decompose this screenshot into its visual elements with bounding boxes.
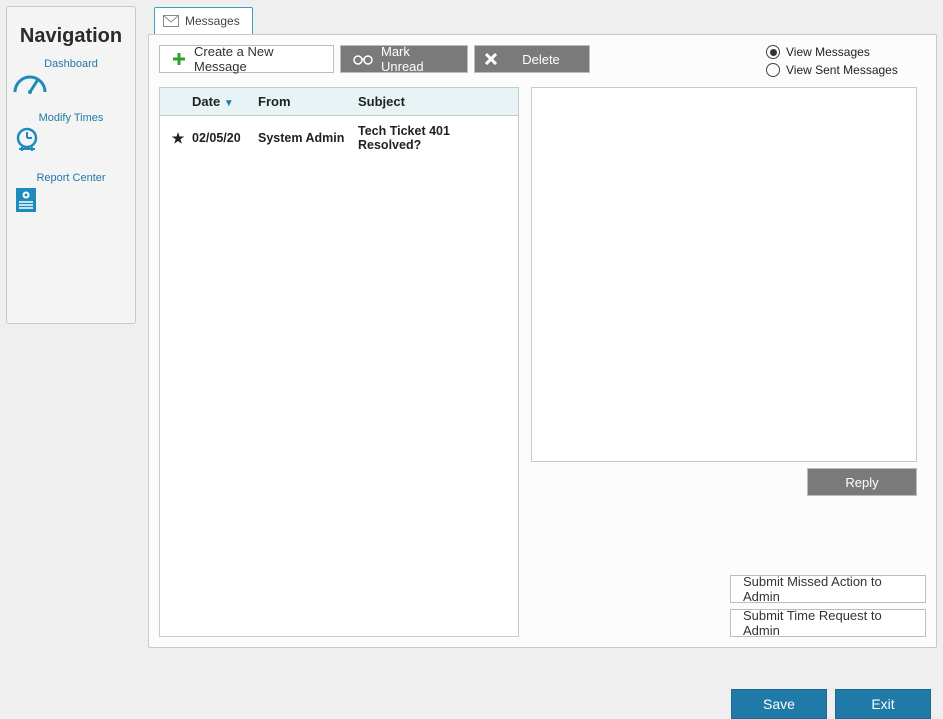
toolbar: Create a New Message Mark Unread (159, 45, 926, 77)
sidebar-item-label: Dashboard (13, 58, 129, 70)
submit-time-request-button[interactable]: Submit Time Request to Admin (730, 609, 926, 637)
sidebar-item-report-center[interactable]: Report Center (13, 172, 129, 214)
message-list[interactable]: Date ▼ From Subject ★ 02/05/20 System Ad… (159, 87, 519, 637)
envelope-icon (163, 15, 179, 27)
tab-bar: Messages (148, 6, 937, 34)
sidebar-item-modify-times[interactable]: Modify Times (13, 112, 129, 154)
button-label: Submit Time Request to Admin (743, 608, 913, 638)
message-row[interactable]: ★ 02/05/20 System Admin Tech Ticket 401 … (160, 116, 518, 160)
radio-icon (766, 45, 780, 59)
message-from: System Admin (258, 131, 358, 145)
radio-label: View Sent Messages (786, 63, 898, 77)
column-icon[interactable] (164, 94, 192, 109)
radio-view-sent[interactable]: View Sent Messages (766, 63, 898, 77)
message-list-header: Date ▼ From Subject (160, 88, 518, 116)
button-label: Save (763, 696, 795, 712)
glasses-icon (353, 53, 373, 65)
reply-button[interactable]: Reply (807, 468, 917, 496)
radio-view-messages[interactable]: View Messages (766, 45, 898, 59)
x-icon (485, 53, 497, 65)
submit-missed-action-button[interactable]: Submit Missed Action to Admin (730, 575, 926, 603)
sidebar-item-dashboard[interactable]: Dashboard (13, 58, 129, 94)
sidebar-item-label: Report Center (13, 172, 129, 184)
tab-messages[interactable]: Messages (154, 7, 253, 35)
button-label: Delete (505, 52, 577, 67)
column-date[interactable]: Date ▼ (192, 94, 258, 109)
navigation-title: Navigation (13, 25, 129, 48)
radio-label: View Messages (786, 45, 870, 59)
gauge-icon (13, 72, 129, 94)
exit-button[interactable]: Exit (835, 689, 931, 719)
button-label: Submit Missed Action to Admin (743, 574, 913, 604)
messages-panel: Create a New Message Mark Unread (148, 34, 937, 648)
message-subject: Tech Ticket 401 Resolved? (358, 124, 514, 152)
navigation-sidebar: Navigation Dashboard Modify Times (6, 6, 136, 324)
column-subject[interactable]: Subject (358, 94, 514, 109)
mark-unread-button[interactable]: Mark Unread (340, 45, 468, 73)
message-date: 02/05/20 (192, 131, 258, 145)
star-icon: ★ (164, 130, 192, 147)
save-button[interactable]: Save (731, 689, 827, 719)
plus-icon (172, 52, 186, 66)
main-area: Messages Create a New Message (148, 6, 937, 683)
button-label: Exit (871, 696, 894, 712)
delete-button[interactable]: Delete (474, 45, 590, 73)
radio-icon (766, 63, 780, 77)
report-document-icon (13, 186, 129, 214)
footer-actions: Save Exit (731, 689, 931, 719)
column-from[interactable]: From (258, 94, 358, 109)
button-label: Reply (845, 475, 878, 490)
right-column: Reply (531, 87, 917, 637)
create-message-button[interactable]: Create a New Message (159, 45, 334, 73)
content-row: Date ▼ From Subject ★ 02/05/20 System Ad… (159, 87, 926, 637)
view-filter-group: View Messages View Sent Messages (766, 45, 898, 77)
button-label: Create a New Message (194, 44, 321, 74)
column-label: Date (192, 94, 220, 109)
button-label: Mark Unread (381, 44, 455, 74)
sidebar-item-label: Modify Times (13, 112, 129, 124)
sort-desc-icon: ▼ (224, 98, 234, 109)
message-preview (531, 87, 917, 462)
tab-label: Messages (185, 14, 240, 28)
bottom-actions: Submit Missed Action to Admin Submit Tim… (730, 575, 926, 637)
app-root: Navigation Dashboard Modify Times (0, 0, 943, 689)
clock-wrench-icon (13, 126, 129, 154)
